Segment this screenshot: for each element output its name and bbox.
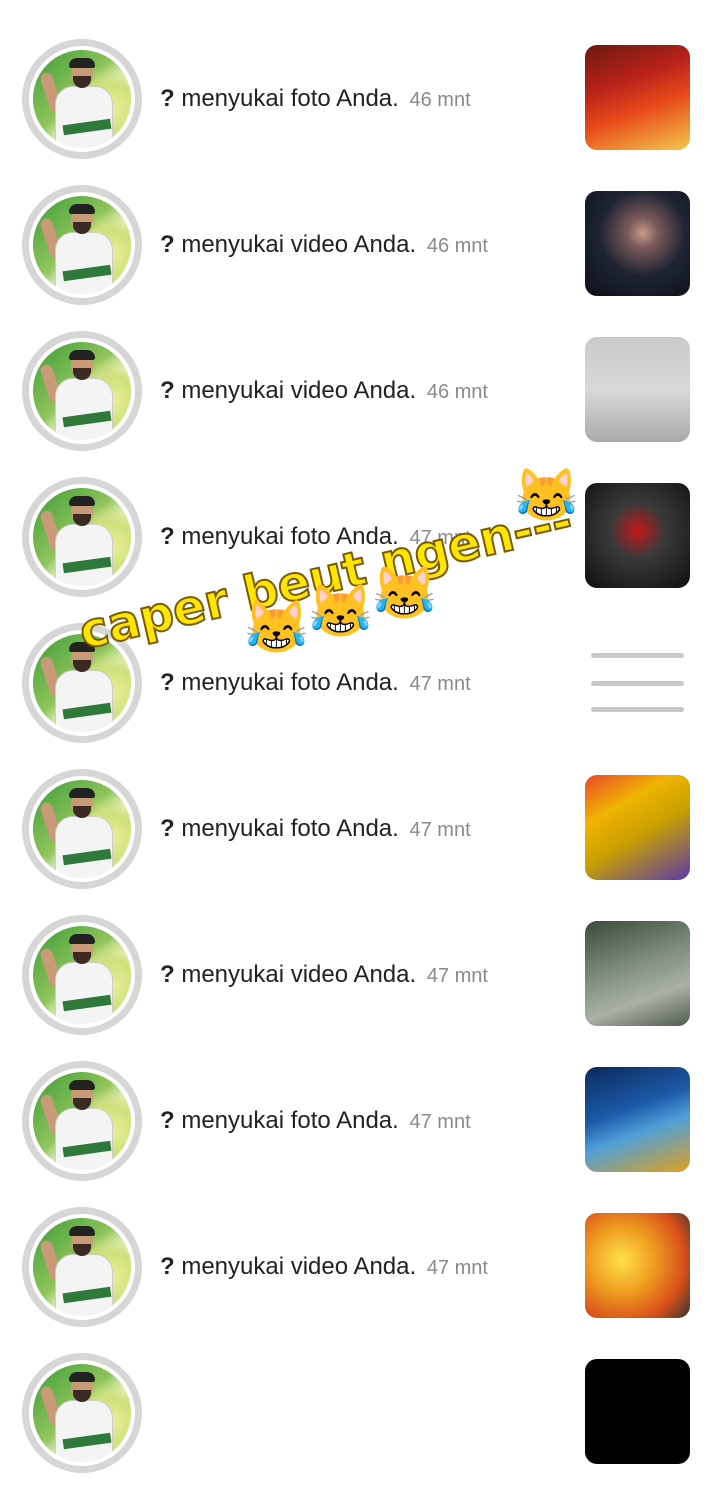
notification-row[interactable]: ? menyukai foto Anda. 47 mnt [0,1048,720,1194]
post-thumbnail[interactable] [585,921,690,1026]
post-thumbnail[interactable] [585,1067,690,1172]
notification-text: ? menyukai video Anda. 47 mnt [160,1252,488,1283]
post-thumbnail[interactable] [585,191,690,296]
post-thumbnail[interactable] [585,337,690,442]
laughing-cat-emoji-icon: 😹 [244,599,309,657]
username[interactable]: ? [160,669,175,696]
timestamp: 47 mnt [409,673,471,695]
laughing-cat-emoji-icon: 😹 [372,565,437,623]
username[interactable]: ? [160,1107,175,1134]
notification-row[interactable]: ? menyukai video Anda. 46 mnt [0,318,720,464]
username[interactable]: ? [160,1253,175,1280]
action-text: menyukai video Anda. [181,377,417,404]
avatar[interactable] [22,1207,142,1327]
avatar[interactable] [22,769,142,889]
timestamp: 47 mnt [426,1257,488,1279]
notification-row[interactable] [0,1340,720,1486]
action-text: menyukai foto Anda. [181,85,399,112]
notification-text: ? menyukai video Anda. 46 mnt [160,376,488,407]
timestamp: 47 mnt [409,1111,471,1133]
notification-text: ? menyukai foto Anda. 46 mnt [160,84,471,115]
avatar[interactable] [22,1061,142,1181]
notification-row[interactable]: ? menyukai video Anda. 47 mnt [0,1194,720,1340]
username[interactable]: ? [160,815,175,842]
post-thumbnail[interactable] [585,775,690,880]
timestamp: 47 mnt [409,819,471,841]
notification-row[interactable]: ? menyukai video Anda. 47 mnt [0,902,720,1048]
avatar[interactable] [22,331,142,451]
post-thumbnail[interactable] [585,45,690,150]
timestamp: 46 mnt [426,235,488,257]
timestamp: 46 mnt [409,89,471,111]
username[interactable]: ? [160,231,175,258]
username[interactable]: ? [160,961,175,988]
laughing-cat-emoji-icon: 😹 [514,467,579,525]
notification-text: ? menyukai foto Anda. 47 mnt [160,814,471,845]
timestamp: 47 mnt [426,965,488,987]
notification-row[interactable]: ? menyukai foto Anda. 46 mnt [0,26,720,172]
action-text: menyukai foto Anda. [181,1107,399,1134]
avatar[interactable] [22,39,142,159]
notification-text: ? menyukai foto Anda. 47 mnt [160,668,471,699]
notification-text: ? menyukai foto Anda. 47 mnt [160,1106,471,1137]
post-thumbnail[interactable] [585,1359,690,1464]
username[interactable]: ? [160,85,175,112]
action-text: menyukai video Anda. [181,231,417,258]
text-sticker-overlay: caper beut ngen--- 😹 😹 😹 😹 [66,468,626,662]
notification-row[interactable]: ? menyukai video Anda. 46 mnt [0,172,720,318]
notification-text: ? menyukai video Anda. 47 mnt [160,960,488,991]
notification-list: ? menyukai foto Anda. 46 mnt ? menyukai … [0,0,720,1473]
timestamp: 46 mnt [426,381,488,403]
username[interactable]: ? [160,377,175,404]
notification-row[interactable]: ? menyukai foto Anda. 47 mnt [0,756,720,902]
action-text: menyukai foto Anda. [181,669,399,696]
post-thumbnail[interactable] [585,1213,690,1318]
avatar[interactable] [22,1353,142,1473]
action-text: menyukai video Anda. [181,1253,417,1280]
notification-text: ? menyukai video Anda. 46 mnt [160,230,488,261]
laughing-cat-emoji-icon: 😹 [308,583,373,641]
avatar[interactable] [22,915,142,1035]
avatar[interactable] [22,185,142,305]
action-text: menyukai foto Anda. [181,815,399,842]
action-text: menyukai video Anda. [181,961,417,988]
